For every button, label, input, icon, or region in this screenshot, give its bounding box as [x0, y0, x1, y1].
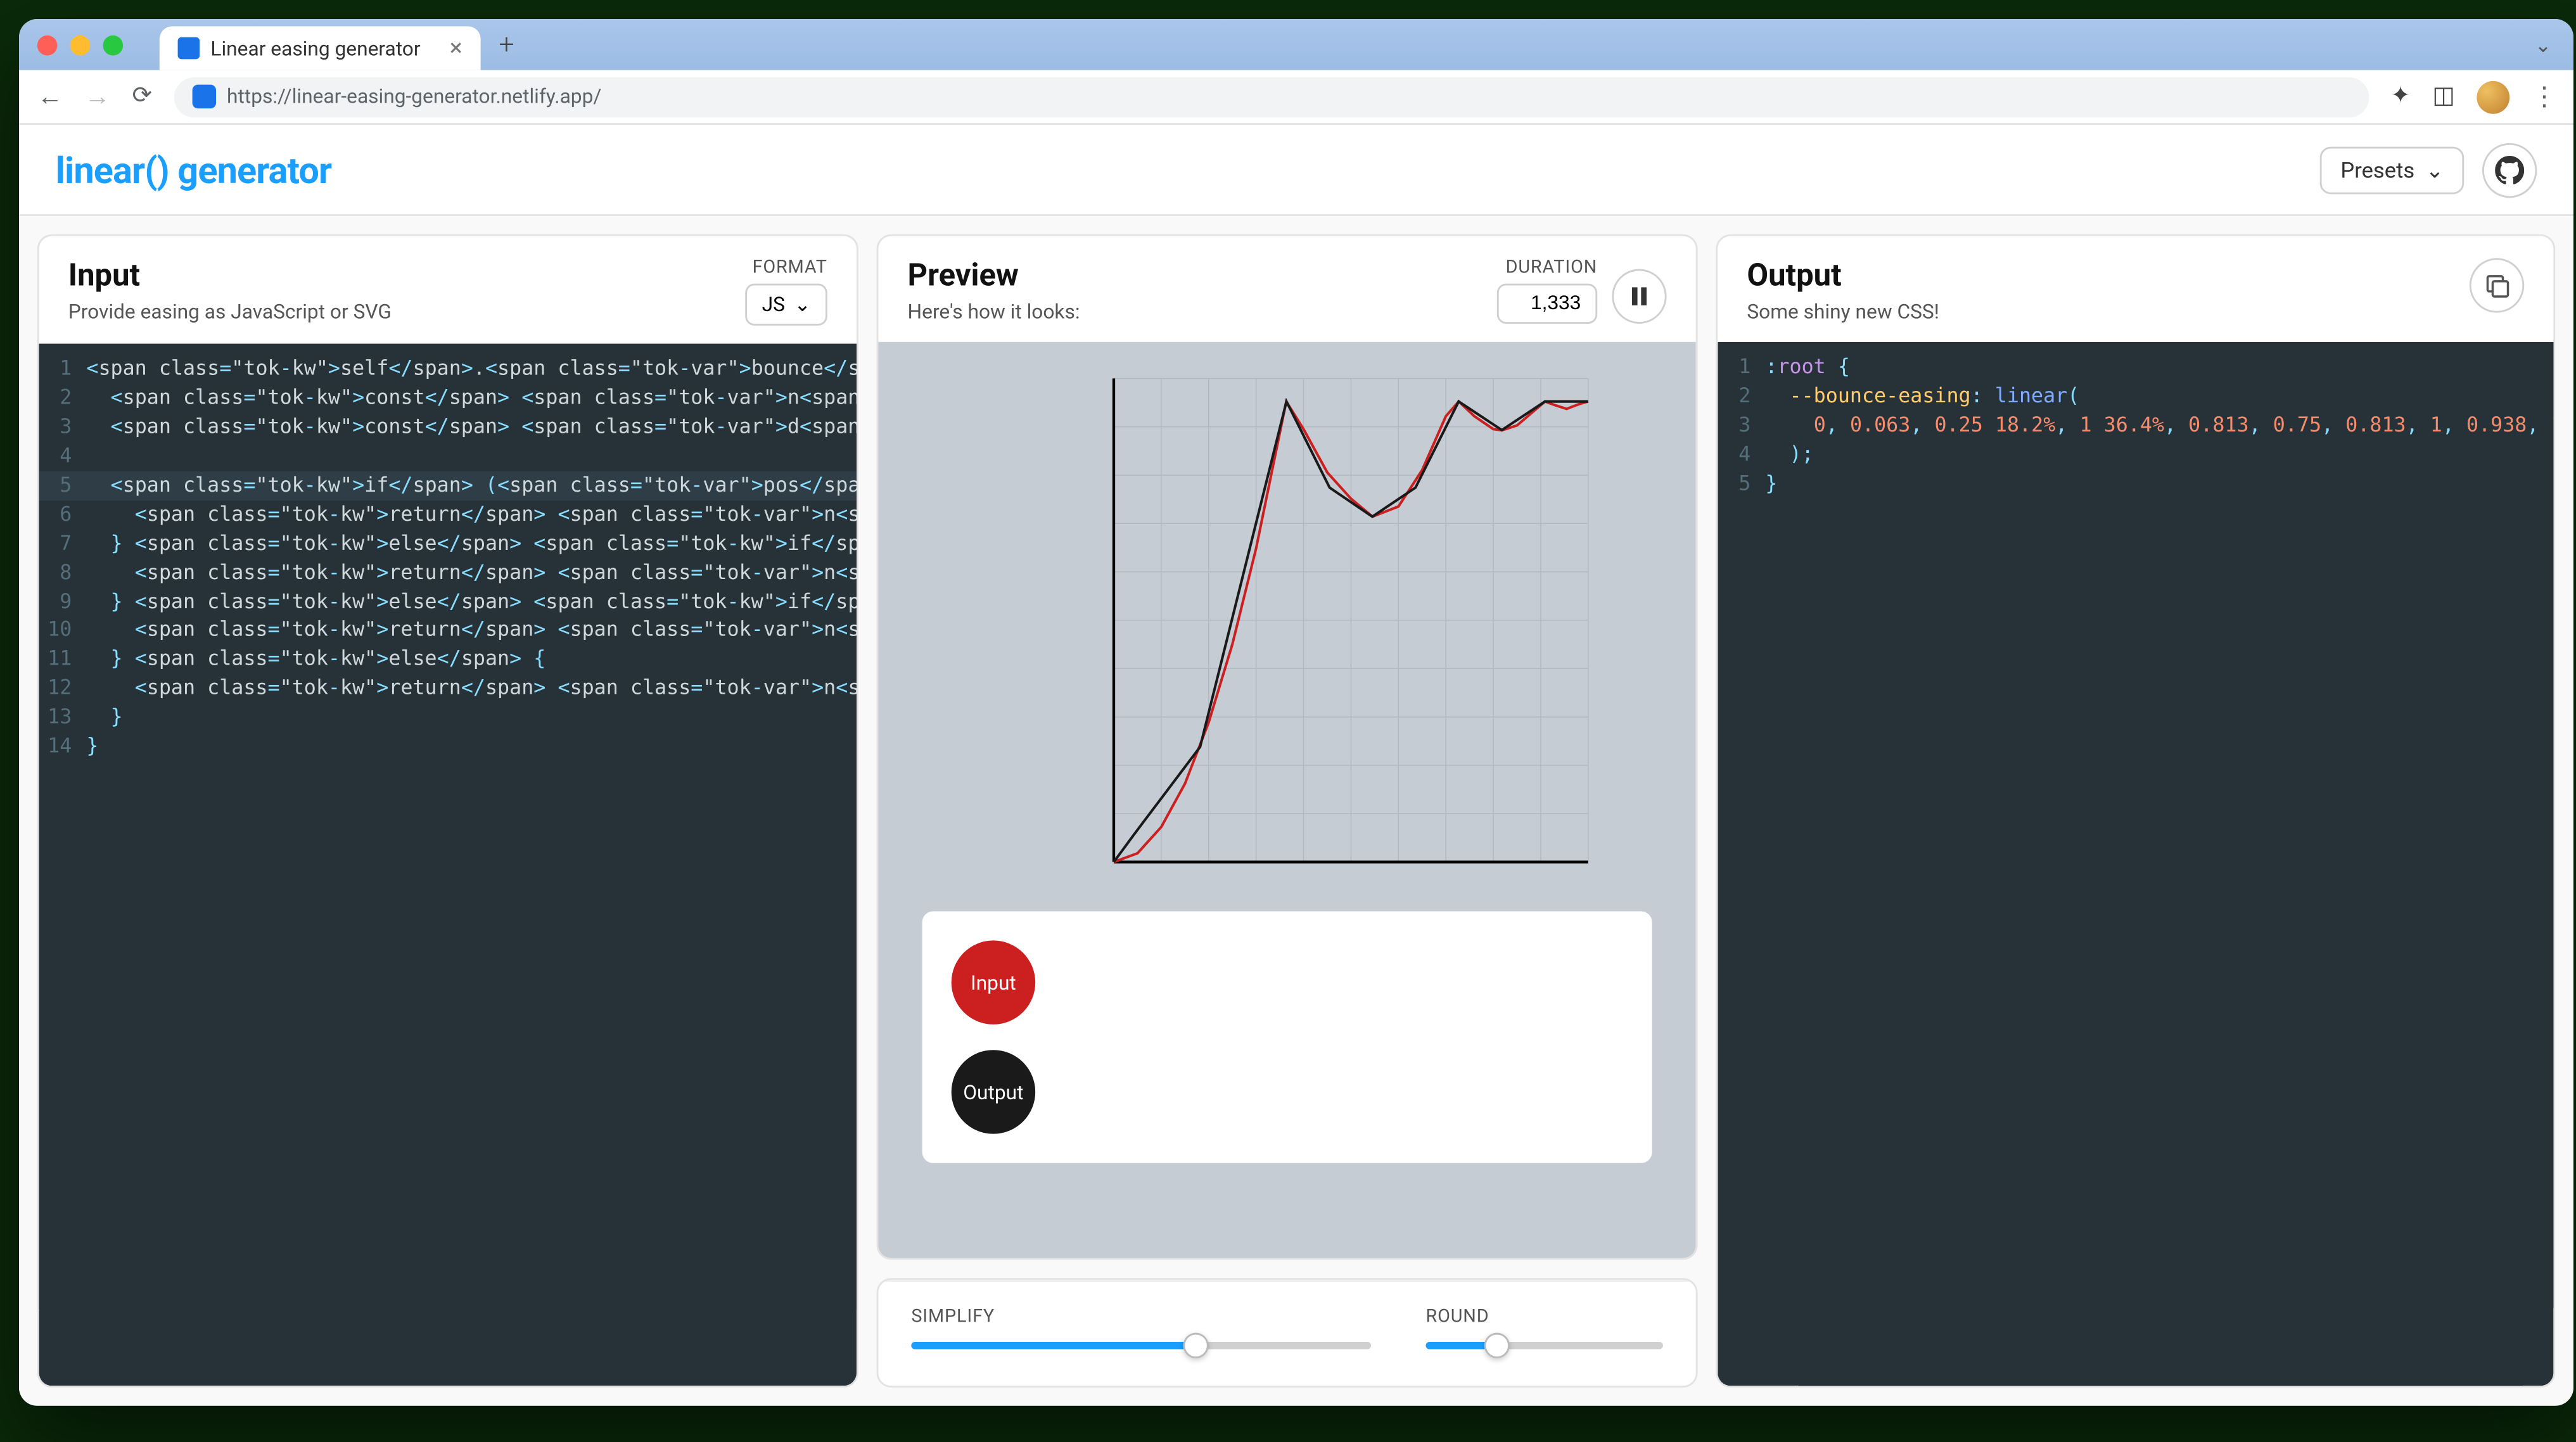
github-icon	[2495, 155, 2524, 184]
format-select[interactable]: JS ⌄	[746, 284, 827, 326]
input-panel: Input Provide easing as JavaScript or SV…	[37, 234, 858, 1388]
github-link[interactable]	[2482, 142, 2537, 196]
output-subtitle: Some shiny new CSS!	[1747, 300, 1939, 324]
reload-button[interactable]: ⟳	[132, 83, 152, 110]
browser-tab[interactable]: Linear easing generator ×	[160, 27, 481, 70]
round-label: ROUND	[1425, 1307, 1662, 1327]
minimize-window-button[interactable]	[70, 34, 91, 54]
address-bar[interactable]: https://linear-easing-generator.netlify.…	[174, 77, 2369, 117]
panel-icon[interactable]: ◫	[2432, 83, 2454, 110]
window-controls	[37, 34, 123, 54]
tab-title: Linear easing generator	[210, 36, 420, 60]
animation-demo: Input Output	[922, 911, 1652, 1163]
output-code-view[interactable]: 1:root {2 --bounce-easing: linear(3 0, 0…	[1718, 342, 2553, 1386]
back-button[interactable]: ←	[37, 81, 63, 112]
extensions-icon[interactable]: ✦	[2390, 83, 2410, 110]
format-value: JS	[762, 293, 785, 316]
site-info-icon[interactable]	[192, 85, 215, 108]
preview-title: Preview	[908, 258, 1080, 295]
duration-label: DURATION	[1506, 258, 1598, 278]
output-ball: Output	[952, 1050, 1035, 1133]
copy-button[interactable]	[2470, 258, 2524, 312]
tabs-dropdown-button[interactable]: ⌄	[2535, 33, 2552, 56]
browser-window: Linear easing generator × + ⌄ ← → ⟳ http…	[19, 19, 2573, 1406]
easing-graph	[959, 360, 1616, 890]
simplify-slider[interactable]	[911, 1342, 1371, 1349]
browser-toolbar: ← → ⟳ https://linear-easing-generator.ne…	[19, 70, 2573, 125]
app-header: linear() generator Presets ⌄	[19, 125, 2573, 216]
main-panels: Input Provide easing as JavaScript or SV…	[19, 216, 2573, 1406]
round-slider[interactable]	[1425, 1342, 1662, 1349]
output-title: Output	[1747, 258, 1939, 295]
preview-panel: Preview Here's how it looks: DURATION	[877, 234, 1698, 1260]
simplify-label: SIMPLIFY	[911, 1307, 1371, 1327]
input-ball: Input	[952, 940, 1035, 1024]
preview-subtitle: Here's how it looks:	[908, 300, 1080, 324]
maximize-window-button[interactable]	[103, 34, 123, 54]
forward-button[interactable]: →	[85, 81, 110, 112]
close-tab-button[interactable]: ×	[450, 34, 462, 61]
copy-icon	[2485, 274, 2508, 297]
close-window-button[interactable]	[37, 34, 58, 54]
input-subtitle: Provide easing as JavaScript or SVG	[68, 300, 392, 324]
presets-label: Presets	[2340, 156, 2414, 182]
input-title: Input	[68, 258, 392, 295]
slider-thumb[interactable]	[1484, 1333, 1510, 1358]
pause-icon	[1630, 287, 1648, 305]
play-pause-button[interactable]	[1612, 269, 1666, 324]
chevron-down-icon: ⌄	[794, 293, 811, 316]
format-label: FORMAT	[753, 258, 827, 278]
window-titlebar: Linear easing generator × + ⌄	[19, 19, 2573, 70]
duration-input[interactable]	[1497, 284, 1597, 324]
presets-dropdown[interactable]: Presets ⌄	[2321, 146, 2464, 193]
chevron-down-icon: ⌄	[2426, 156, 2444, 182]
url-text: https://linear-easing-generator.netlify.…	[227, 85, 601, 108]
tab-favicon	[178, 37, 200, 60]
input-code-editor[interactable]: 1<span class="tok-kw">self</span>.<span …	[39, 344, 857, 1386]
profile-avatar[interactable]	[2477, 80, 2509, 113]
preview-body: Input Output	[878, 342, 1695, 1258]
app-title: linear() generator	[56, 148, 332, 191]
slider-thumb[interactable]	[1183, 1333, 1209, 1358]
browser-menu-button[interactable]: ⋮	[2532, 82, 2555, 111]
controls-panel: SIMPLIFY ROUND	[877, 1278, 1698, 1388]
simplify-slider-group: SIMPLIFY	[911, 1307, 1371, 1349]
new-tab-button[interactable]: +	[499, 28, 514, 61]
round-slider-group: ROUND	[1425, 1307, 1662, 1349]
output-panel: Output Some shiny new CSS! 1:root {2 --b…	[1716, 234, 2555, 1388]
